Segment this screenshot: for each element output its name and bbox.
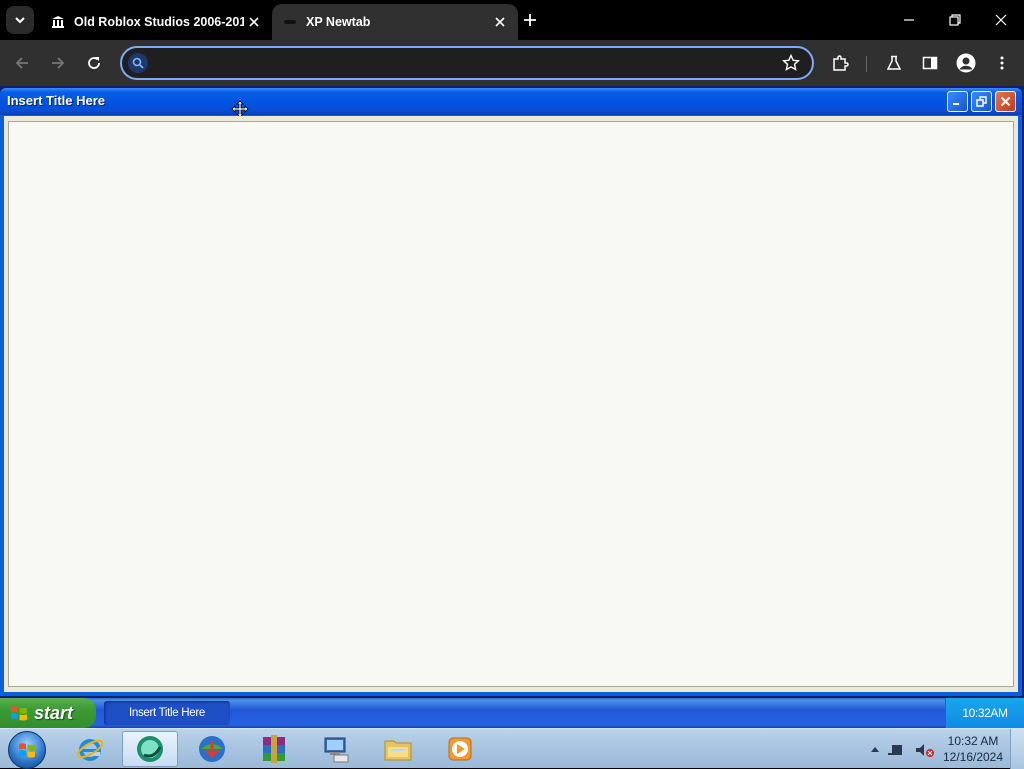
xp-window-client xyxy=(4,116,1018,692)
close-icon xyxy=(995,14,1007,26)
pinned-ie[interactable] xyxy=(62,731,118,767)
close-tab-icon[interactable] xyxy=(244,12,264,32)
side-panel-button[interactable] xyxy=(916,49,944,77)
pinned-media-player[interactable] xyxy=(432,731,488,767)
network-icon xyxy=(324,737,349,763)
xp-taskbar-task[interactable]: Insert Title Here xyxy=(104,701,230,725)
museum-icon xyxy=(50,14,66,30)
pinned-winrar[interactable] xyxy=(246,731,302,767)
windows-flag-icon xyxy=(11,706,27,721)
restore-icon xyxy=(949,14,961,26)
arrow-right-icon xyxy=(52,57,65,69)
xp-start-button[interactable]: start xyxy=(0,698,96,728)
winrar-icon xyxy=(263,735,285,763)
tab-old-roblox-studios[interactable]: Old Roblox Studios 2006-2015 xyxy=(40,4,272,40)
xp-taskbar: start Insert Title Here 10:32AM xyxy=(0,698,1024,728)
close-window-button[interactable] xyxy=(978,0,1024,40)
puzzle-icon xyxy=(833,55,849,71)
minimize-icon xyxy=(904,19,914,21)
new-tab-button[interactable] xyxy=(518,8,542,32)
profile-button[interactable] xyxy=(952,49,980,77)
clock-time: 10:32 AM xyxy=(947,734,999,748)
close-icon xyxy=(1000,96,1011,107)
browser-icon xyxy=(137,736,163,762)
xp-window-title: Insert Title Here xyxy=(7,93,106,108)
flask-icon xyxy=(886,55,902,70)
restore-icon xyxy=(976,96,987,107)
network-tray-icon xyxy=(892,745,902,753)
tab-xp-newtab[interactable]: XP Newtab xyxy=(272,4,518,40)
close-tab-icon[interactable] xyxy=(490,12,510,32)
xp-clock: 10:32AM xyxy=(962,706,1008,720)
xp-close-button[interactable] xyxy=(995,91,1016,112)
xp-icon xyxy=(282,14,298,30)
page-viewport: Insert Title Here xyxy=(0,86,1024,698)
avatar-icon xyxy=(956,53,976,73)
browser-toolbar xyxy=(0,40,1024,86)
minimize-window-button[interactable] xyxy=(886,0,932,40)
show-desktop-button[interactable] xyxy=(1010,729,1024,769)
restore-window-button[interactable] xyxy=(932,0,978,40)
xp-system-tray: 10:32AM xyxy=(945,698,1024,728)
back-button[interactable] xyxy=(8,49,36,77)
tab-title: Old Roblox Studios 2006-2015 xyxy=(74,15,244,29)
bookmark-star-icon[interactable] xyxy=(781,53,801,72)
browser-menu-button[interactable] xyxy=(988,49,1016,77)
reload-icon xyxy=(88,57,100,69)
windows-logo-icon xyxy=(19,743,35,758)
tray-icons xyxy=(871,744,934,757)
address-input[interactable] xyxy=(156,48,776,78)
pinned-explorer[interactable] xyxy=(370,731,426,767)
win7-start-orb[interactable] xyxy=(8,731,46,769)
tab-title: XP Newtab xyxy=(306,15,371,29)
toolbar-divider xyxy=(866,56,867,72)
xp-content-area[interactable] xyxy=(8,121,1014,687)
plus-icon xyxy=(524,14,536,26)
arrow-left-icon xyxy=(15,57,28,69)
address-bar[interactable] xyxy=(120,46,814,80)
xp-minimize-button[interactable] xyxy=(947,91,968,112)
task-label: Insert Title Here xyxy=(128,707,206,719)
minimize-icon xyxy=(953,103,959,105)
win7-taskbar: 10:32 AM 12/16/2024 xyxy=(0,728,1024,769)
search-icon xyxy=(128,53,148,73)
tray-expand-icon xyxy=(871,747,879,752)
side-panel-icon xyxy=(922,56,938,70)
pinned-network[interactable] xyxy=(308,731,364,767)
extensions-button[interactable] xyxy=(826,49,854,77)
more-vertical-icon xyxy=(1000,56,1004,70)
ie-icon xyxy=(76,739,104,761)
xp-window-titlebar[interactable]: Insert Title Here xyxy=(0,88,1022,118)
reload-button[interactable] xyxy=(80,49,108,77)
volume-muted-icon xyxy=(916,744,924,756)
labs-button[interactable] xyxy=(880,49,908,77)
pinned-browser[interactable] xyxy=(122,731,178,767)
xp-window: Insert Title Here xyxy=(0,88,1022,696)
media-player-icon xyxy=(448,737,472,761)
xp-maximize-button[interactable] xyxy=(971,91,992,112)
start-label: start xyxy=(34,702,74,723)
download-manager-icon xyxy=(199,736,225,762)
chevron-down-icon xyxy=(15,17,25,24)
tab-strip: Old Roblox Studios 2006-2015 XP Newtab xyxy=(0,0,1024,40)
win7-clock[interactable]: 10:32 AM 12/16/2024 xyxy=(940,733,1006,767)
explorer-icon xyxy=(384,740,412,761)
pinned-download-manager[interactable] xyxy=(184,731,240,767)
clock-date: 12/16/2024 xyxy=(942,750,1004,764)
tab-search-button[interactable] xyxy=(6,6,34,34)
forward-button[interactable] xyxy=(44,49,72,77)
